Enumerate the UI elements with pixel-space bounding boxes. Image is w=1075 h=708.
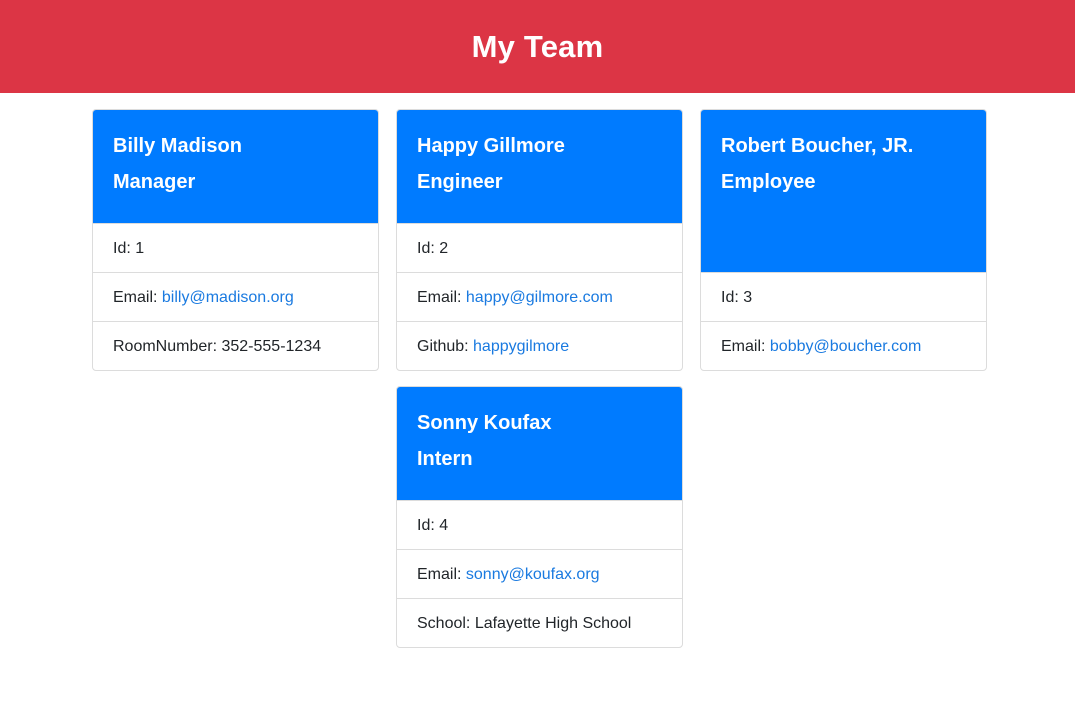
email-label: Email:	[721, 338, 770, 355]
email-label: Email:	[417, 566, 466, 583]
email-link[interactable]: sonny@koufax.org	[466, 566, 600, 583]
member-email-row: Email: bobby@boucher.com	[701, 321, 986, 370]
member-email-row: Email: sonny@koufax.org	[397, 549, 682, 598]
team-card-manager: Billy Madison Manager Id: 1 Email: billy…	[92, 109, 379, 371]
page-header: My Team	[0, 0, 1075, 93]
member-name: Robert Boucher, JR.	[721, 135, 914, 157]
card-header: Sonny Koufax Intern	[397, 387, 682, 500]
member-school: School: Lafayette High School	[397, 598, 682, 647]
card-header: Happy Gillmore Engineer	[397, 110, 682, 223]
page-title: My Team	[471, 28, 604, 64]
member-name: Happy Gillmore	[417, 135, 565, 157]
member-room-number: RoomNumber: 352-555-1234	[93, 321, 378, 370]
email-link[interactable]: happy@gilmore.com	[466, 289, 613, 306]
member-github-row: Github: happygilmore	[397, 321, 682, 370]
member-email-row: Email: happy@gilmore.com	[397, 272, 682, 321]
email-label: Email:	[417, 289, 466, 306]
team-card-engineer: Happy Gillmore Engineer Id: 2 Email: hap…	[396, 109, 683, 371]
card-header: Robert Boucher, JR. Employee	[701, 110, 986, 272]
member-role: Intern	[417, 448, 473, 470]
team-card-employee: Robert Boucher, JR. Employee Id: 3 Email…	[700, 109, 987, 371]
card-header: Billy Madison Manager	[93, 110, 378, 223]
member-id: Id: 2	[397, 223, 682, 272]
member-id: Id: 4	[397, 500, 682, 549]
github-label: Github:	[417, 338, 474, 355]
member-name: Billy Madison	[113, 135, 242, 157]
member-id: Id: 3	[701, 272, 986, 321]
member-id: Id: 1	[93, 223, 378, 272]
email-link[interactable]: billy@madison.org	[162, 289, 294, 306]
github-link[interactable]: happygilmore	[473, 338, 569, 355]
email-label: Email:	[113, 289, 162, 306]
member-role: Employee	[721, 171, 816, 193]
member-role: Manager	[113, 171, 196, 193]
team-card-intern: Sonny Koufax Intern Id: 4 Email: sonny@k…	[396, 386, 683, 648]
member-name: Sonny Koufax	[417, 412, 552, 434]
email-link[interactable]: bobby@boucher.com	[770, 338, 921, 355]
member-role: Engineer	[417, 171, 503, 193]
member-email-row: Email: billy@madison.org	[93, 272, 378, 321]
